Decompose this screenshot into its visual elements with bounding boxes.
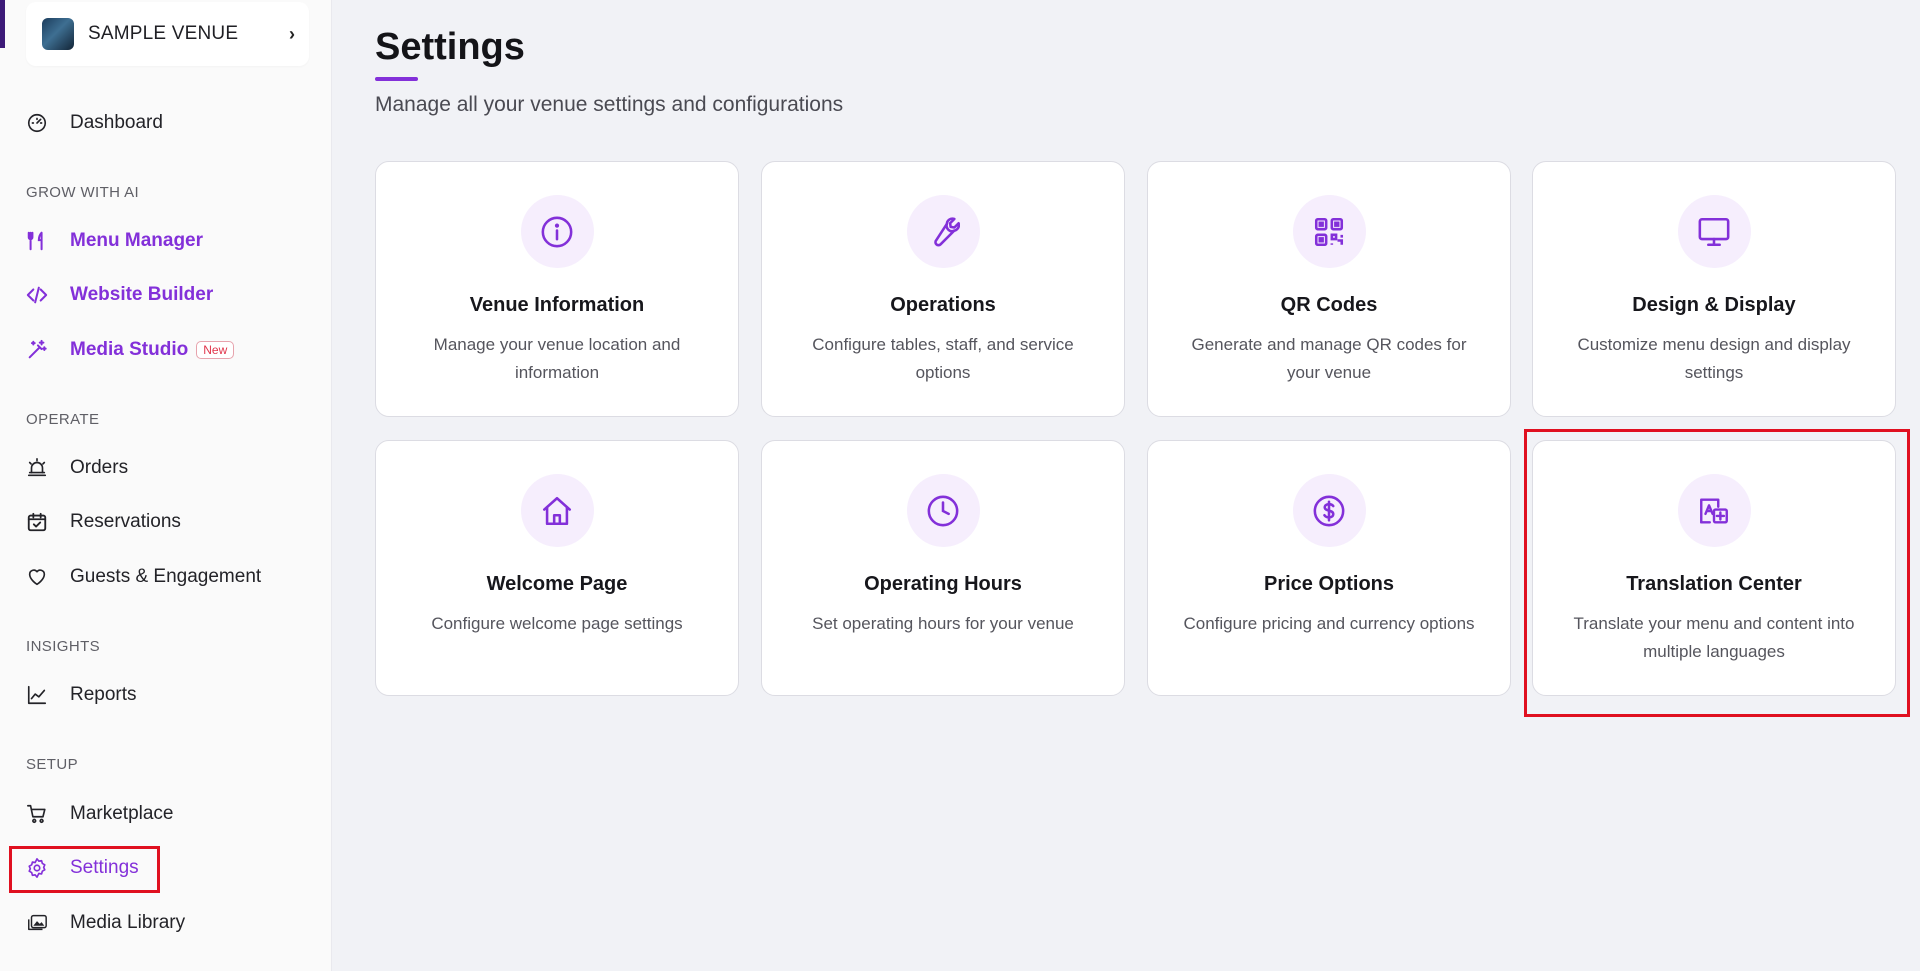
sidebar-item-website-builder[interactable]: Website Builder	[26, 275, 213, 315]
card-title: Welcome Page	[486, 573, 628, 595]
sidebar-item-label: Reservations	[70, 511, 181, 532]
venue-logo	[42, 18, 74, 50]
translation-center-highlight-box	[1524, 429, 1910, 717]
card-description: Configure welcome page settings	[431, 614, 683, 633]
monitor-icon	[1677, 195, 1751, 268]
card-description: Configure pricing and currency options	[1183, 614, 1475, 633]
sidebar-item-marketplace[interactable]: Marketplace	[26, 794, 174, 834]
line-chart-icon	[26, 684, 48, 706]
sidebar-item-orders[interactable]: Orders	[26, 448, 128, 488]
title-underline	[375, 77, 418, 81]
sidebar-item-label: Menu Manager	[70, 230, 204, 251]
card-description: Configure tables, staff, and service opt…	[812, 335, 1074, 382]
card-operating-hours[interactable]: Operating Hours Set operating hours for …	[761, 440, 1125, 696]
cart-icon	[26, 803, 48, 825]
card-operations[interactable]: Operations Configure tables, staff, and …	[761, 161, 1125, 417]
card-description: Manage your venue location and informati…	[433, 335, 681, 382]
new-badge: New	[196, 341, 235, 359]
dollar-circle-icon	[1292, 474, 1366, 547]
page-title: Settings	[375, 26, 525, 68]
images-icon	[26, 912, 48, 934]
card-venue-information[interactable]: Venue Information Manage your venue loca…	[375, 161, 739, 417]
card-qr-codes[interactable]: QR Codes Generate and manage QR codes fo…	[1147, 161, 1511, 417]
sidebar-item-label: Reports	[70, 684, 137, 705]
sidebar-item-reports[interactable]: Reports	[26, 675, 137, 715]
dashboard-gauge-icon	[26, 112, 48, 134]
card-description: Set operating hours for your venue	[812, 614, 1074, 633]
card-title: Price Options	[1263, 573, 1395, 595]
page-subtitle: Manage all your venue settings and confi…	[375, 93, 844, 116]
card-welcome-page[interactable]: Welcome Page Configure welcome page sett…	[375, 440, 739, 696]
card-title: Operations	[890, 294, 996, 316]
card-description: Customize menu design and display settin…	[1577, 335, 1851, 382]
sidebar-item-dashboard[interactable]: Dashboard	[26, 103, 163, 143]
section-label-grow: GROW WITH AI	[26, 184, 140, 201]
section-label-operate: OPERATE	[26, 411, 100, 428]
card-title: Venue Information	[469, 294, 645, 316]
section-label-setup: SETUP	[26, 756, 79, 773]
chevron-right-icon: ›	[289, 23, 295, 44]
utensils-icon	[26, 230, 48, 252]
card-title: QR Codes	[1280, 294, 1378, 316]
card-description: Generate and manage QR codes for your ve…	[1191, 335, 1467, 382]
card-price-options[interactable]: Price Options Configure pricing and curr…	[1147, 440, 1511, 696]
code-icon	[26, 284, 48, 306]
settings-highlight-box	[9, 846, 160, 893]
card-design-display[interactable]: Design & Display Customize menu design a…	[1532, 161, 1896, 417]
sidebar-item-media-studio[interactable]: Media Studio New	[26, 330, 235, 370]
home-icon	[520, 474, 594, 547]
venue-switcher[interactable]: SAMPLE VENUE ›	[26, 2, 309, 66]
window-edge-strip	[0, 0, 5, 48]
info-icon	[520, 195, 594, 268]
sidebar-item-reservations[interactable]: Reservations	[26, 502, 181, 542]
qr-code-icon	[1292, 195, 1366, 268]
sidebar-item-guests-engagement[interactable]: Guests & Engagement	[26, 557, 261, 597]
sidebar: SAMPLE VENUE › Dashboard GROW WITH AI Me…	[0, 0, 332, 971]
sidebar-item-media-library[interactable]: Media Library	[26, 903, 185, 943]
section-label-insights: INSIGHTS	[26, 638, 101, 655]
sidebar-item-menu-manager[interactable]: Menu Manager	[26, 221, 203, 261]
sidebar-item-label: Guests & Engagement	[70, 566, 262, 587]
sidebar-item-label: Media Studio	[70, 339, 189, 360]
alarm-bell-icon	[26, 457, 48, 479]
card-title: Design & Display	[1632, 294, 1796, 316]
sidebar-item-label: Orders	[70, 457, 129, 478]
clock-icon	[906, 474, 980, 547]
sidebar-item-label: Dashboard	[70, 112, 163, 133]
sidebar-item-label: Marketplace	[70, 803, 174, 824]
magic-wand-icon	[26, 339, 48, 361]
calendar-check-icon	[26, 511, 48, 533]
heart-icon	[26, 566, 48, 588]
sidebar-item-label: Website Builder	[70, 284, 214, 305]
card-title: Operating Hours	[864, 573, 1022, 595]
sidebar-item-label: Media Library	[70, 912, 186, 933]
venue-name: SAMPLE VENUE	[88, 23, 239, 44]
wrench-icon	[906, 195, 980, 268]
